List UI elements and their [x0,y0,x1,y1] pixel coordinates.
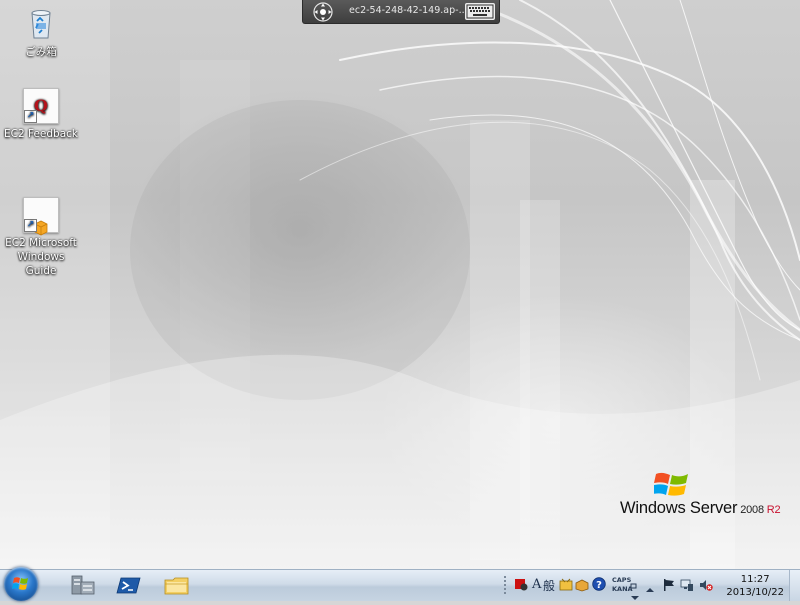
network-icon[interactable] [680,577,694,591]
guide-shortcut-icon: ↗ [23,183,59,236]
caps-indicator: CAPS [612,576,632,584]
ime-conversion-mode[interactable]: 般 [543,577,555,594]
server-manager-icon [71,575,95,595]
volume-muted-icon[interactable] [699,577,713,591]
start-button[interactable] [4,567,38,601]
move-handle-icon[interactable] [313,2,333,22]
ime-input-mode[interactable]: A [532,577,541,592]
clock-date: 2013/10/22 [726,587,784,598]
windows-server-logo: Windows Server 2008 R2 [620,470,795,520]
connection-title: ec2-54-248-42-149.ap-... [349,5,468,16]
shortcut-arrow-icon: ↗ [24,110,37,123]
chevron-down-icon[interactable] [631,586,639,600]
windows-start-icon [12,577,28,590]
ime-dictionary-icon[interactable] [575,577,589,592]
action-center-flag-icon[interactable] [662,577,676,591]
taskbar-server-manager[interactable] [66,573,100,598]
powershell-icon [116,577,141,594]
remote-connection-bar[interactable]: ec2-54-248-42-149.ap-... [302,0,500,24]
ime-toolbar-icon[interactable] [513,576,529,592]
windows-flag-icon [654,472,688,496]
show-desktop-button[interactable] [789,570,800,601]
show-hidden-icons-chevron-up-icon[interactable] [646,579,654,592]
ime-help-icon[interactable]: ? [592,576,606,591]
system-tray: A 般 ? CAPS KANA 11:27 2013/10/22 [500,570,800,601]
taskbar: A 般 ? CAPS KANA 11:27 2013/10/22 [0,567,800,601]
ec2-feedback-shortcut[interactable]: Q ↗ EC2 Feedback [1,88,81,141]
recycle-bin-icon [23,6,59,42]
taskbar-powershell[interactable] [112,573,146,598]
recycle-bin-label: ごみ箱 [25,46,57,58]
ec2-windows-guide-shortcut[interactable]: ↗ EC2 Microsoft Windows Guide [1,169,81,292]
ec2-feedback-label: EC2 Feedback [4,128,78,140]
recycle-bin-desktop-icon[interactable]: ごみ箱 [1,6,81,59]
feedback-shortcut-icon: Q ↗ [23,88,59,124]
svg-text:?: ? [596,580,602,591]
desktop[interactable]: ごみ箱 Q ↗ EC2 Feedback ↗ EC2 Microsoft Win [0,0,800,569]
keyboard-icon[interactable] [465,3,495,20]
taskbar-explorer[interactable] [160,573,194,598]
windows-server-wordmark: Windows Server 2008 R2 [620,499,781,517]
ime-options-icon[interactable] [630,575,638,589]
shortcut-arrow-icon: ↗ [24,219,37,232]
folder-icon [164,577,189,595]
clock-time: 11:27 [740,574,770,585]
taskbar-clock[interactable]: 11:27 2013/10/22 [726,573,784,599]
ime-pad-icon[interactable] [559,577,573,591]
language-bar-grip-icon[interactable] [503,574,509,596]
